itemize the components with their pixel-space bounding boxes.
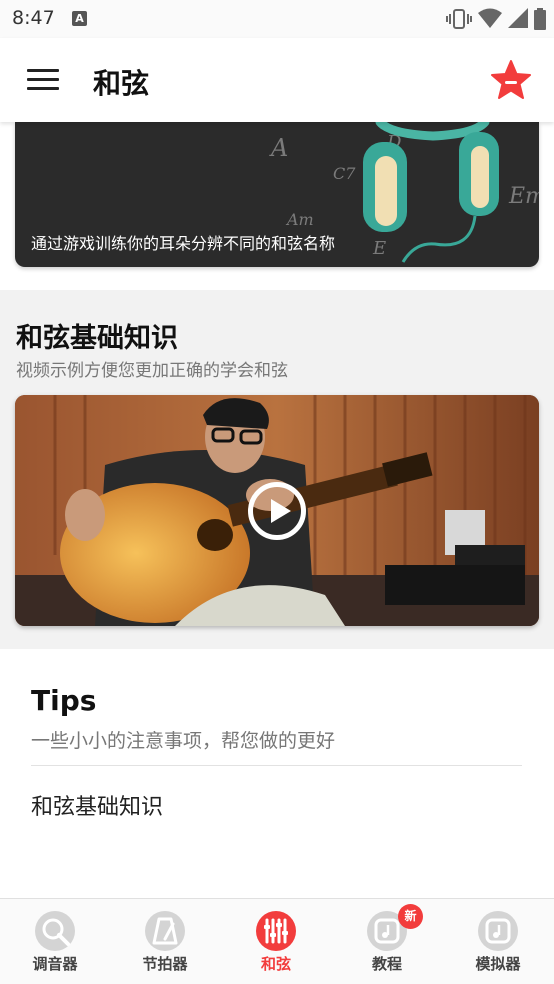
- nav-item-chord[interactable]: 和弦: [221, 899, 331, 984]
- nav-item-simulator[interactable]: 模拟器: [443, 899, 553, 984]
- game-caption: 通过游戏训练你的耳朵分辨不同的和弦名称: [31, 234, 336, 253]
- nav-label-metronome: 节拍器: [142, 955, 188, 973]
- tips-panel: Tips 一些小小的注意事项，帮您做的更好 和弦基础知识: [0, 649, 554, 898]
- nav-item-metronome[interactable]: 节拍器: [110, 899, 220, 984]
- status-bar: 8:47 A: [0, 0, 554, 38]
- main-content: A C7 Am D G Em E 通过游戏训练你的耳朵分辨不同的和弦名称 和弦基…: [0, 122, 554, 898]
- vibrate-icon: [446, 9, 472, 29]
- tips-item-chord-basics[interactable]: 和弦基础知识: [31, 789, 163, 821]
- chord-basics-subtitle: 视频示例方便您更加正确的学会和弦: [16, 361, 288, 381]
- menu-icon[interactable]: [27, 69, 59, 91]
- status-time: 8:47: [12, 7, 55, 29]
- bottom-navigation: 调音器 节拍器 和弦 新 教程 模拟器: [0, 898, 554, 984]
- status-icons: [446, 8, 546, 30]
- tips-subtitle: 一些小小的注意事项，帮您做的更好: [31, 730, 336, 752]
- battery-icon: [534, 8, 546, 30]
- nav-item-tutorial[interactable]: 新 教程: [332, 899, 442, 984]
- tips-title: Tips: [31, 684, 97, 717]
- new-badge: 新: [398, 904, 423, 929]
- divider: [31, 765, 522, 766]
- wifi-icon: [478, 8, 502, 28]
- app-bar: 和弦: [0, 38, 554, 122]
- page-title: 和弦: [93, 67, 150, 100]
- notification-icon: A: [72, 11, 87, 26]
- nav-label-tutorial: 教程: [371, 955, 402, 973]
- chord-icon: [256, 911, 296, 951]
- simulator-icon: [478, 911, 518, 951]
- nav-label-chord: 和弦: [260, 955, 291, 973]
- signal-icon: [508, 8, 528, 28]
- nav-item-tuner[interactable]: 调音器: [0, 899, 110, 984]
- ear-training-card[interactable]: A C7 Am D G Em E 通过游戏训练你的耳朵分辨不同的和弦名称: [15, 122, 539, 267]
- tuner-icon: [35, 911, 75, 951]
- play-icon[interactable]: [248, 482, 306, 540]
- chord-basics-title: 和弦基础知识: [16, 323, 178, 354]
- chord-video-card[interactable]: [15, 395, 539, 626]
- nav-label-simulator: 模拟器: [475, 955, 521, 973]
- star-icon[interactable]: [490, 59, 532, 101]
- nav-label-tuner: 调音器: [32, 955, 78, 973]
- metronome-icon: [145, 911, 185, 951]
